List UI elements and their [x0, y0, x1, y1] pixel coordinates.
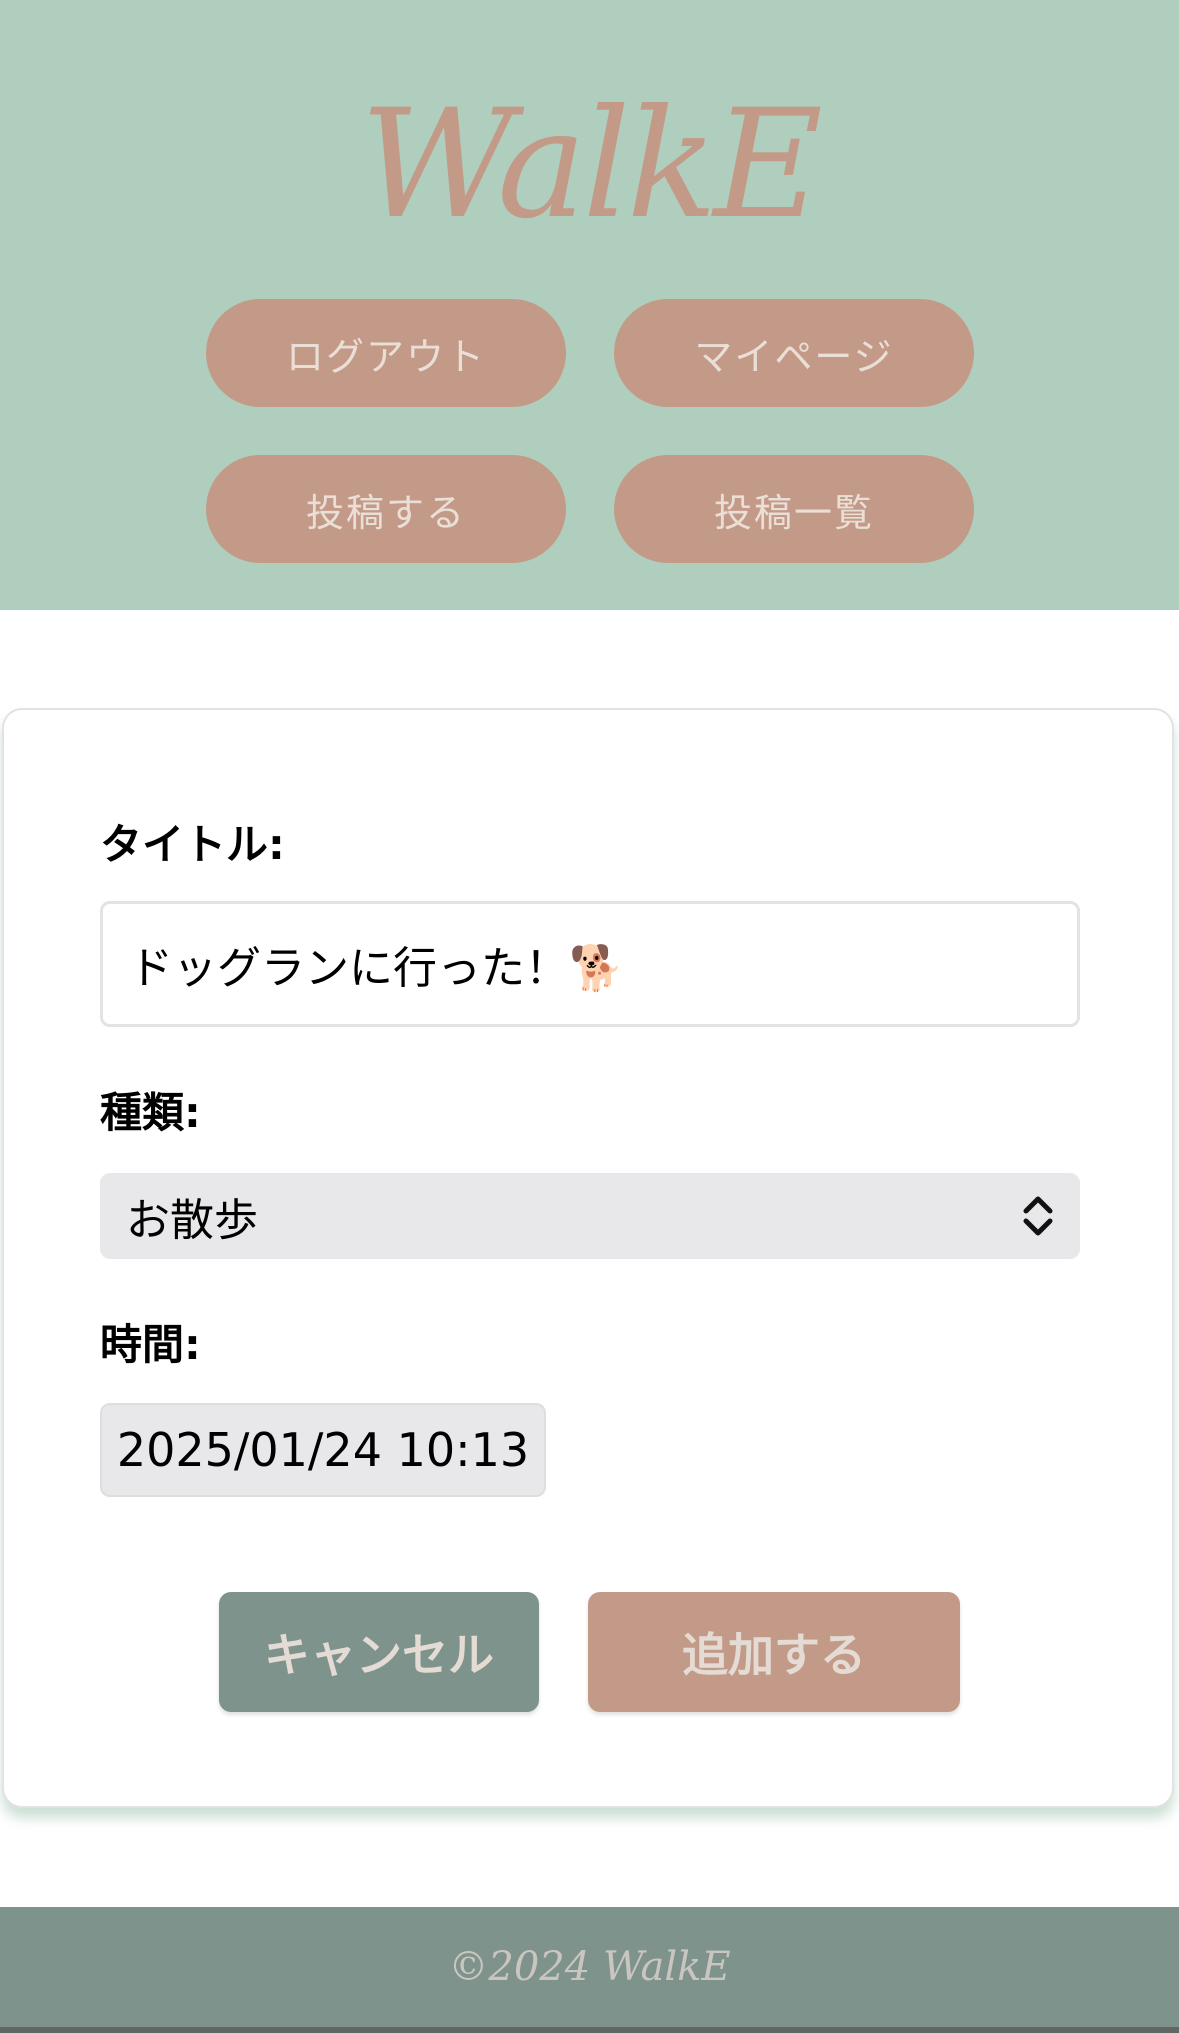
submit-button[interactable]: 追加する [588, 1592, 960, 1712]
post-list-button[interactable]: 投稿一覧 [614, 455, 974, 563]
footer: ©2024 WalkE [0, 1907, 1179, 2033]
type-label: 種類: [100, 1088, 201, 1137]
title-input-value: ドッグランに行った！🐕 [129, 943, 624, 994]
logout-button[interactable]: ログアウト [206, 299, 566, 407]
copyright-text: ©2024 WalkE [448, 1944, 731, 1990]
up-down-chevron-icon [1023, 1196, 1053, 1236]
post-button[interactable]: 投稿する [206, 455, 566, 563]
header: WalkE ログアウト マイページ 投稿する 投稿一覧 [0, 0, 1179, 610]
logo[interactable]: WalkE [0, 70, 1179, 260]
type-select-value: お散歩 [126, 1195, 258, 1246]
time-label: 時間: [100, 1320, 201, 1369]
cancel-button[interactable]: キャンセル [219, 1592, 539, 1712]
time-input[interactable]: 2025/01/24 10:13 [100, 1403, 546, 1497]
type-select[interactable]: お散歩 [100, 1173, 1080, 1259]
time-input-value: 2025/01/24 10:13 [116, 1423, 530, 1477]
mypage-button[interactable]: マイページ [614, 299, 974, 407]
title-label: タイトル: [100, 820, 285, 869]
title-input[interactable]: ドッグランに行った！🐕 [100, 901, 1080, 1027]
